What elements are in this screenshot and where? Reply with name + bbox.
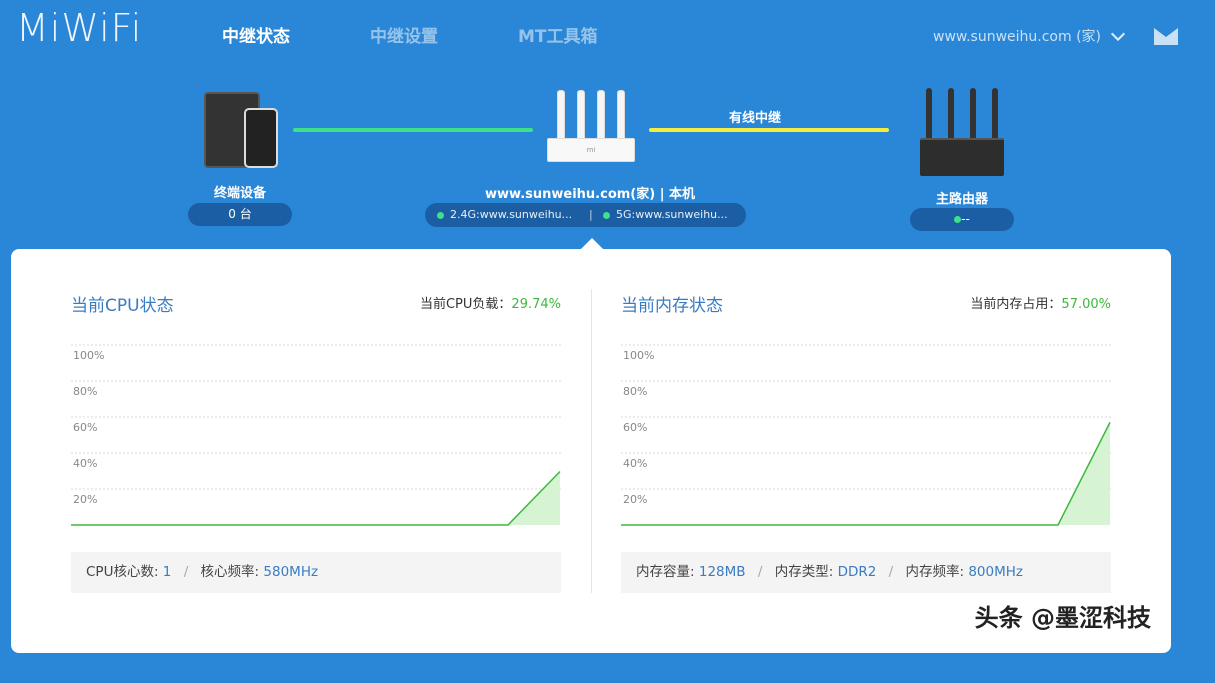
- stats-separator: /: [757, 564, 763, 580]
- memory-freq-label: 内存频率:: [905, 564, 965, 580]
- router-mi-mark: mi: [586, 146, 596, 154]
- y-tick-label: 80%: [623, 385, 647, 398]
- main-nav: 中继状态 中继设置 MT工具箱: [222, 22, 678, 47]
- memory-title: 当前内存状态: [621, 296, 723, 316]
- y-tick-label: 20%: [73, 493, 97, 506]
- relay-router-icon[interactable]: mi: [545, 90, 637, 170]
- memory-type-label: 内存类型:: [774, 564, 834, 580]
- main-router-icon[interactable]: [920, 88, 1004, 176]
- cpu-load: 当前CPU负载：29.74%: [420, 293, 561, 312]
- main-router-status-text: --: [961, 212, 970, 226]
- cpu-load-value: 29.74%: [511, 297, 561, 312]
- cpu-freq-value: 580MHz: [263, 564, 319, 580]
- memory-usage: 当前内存占用：57.00%: [970, 293, 1111, 312]
- wired-link-line: [649, 128, 889, 132]
- cpu-chart: 20% 40% 60% 80% 100%: [71, 344, 561, 526]
- antenna-icon: [948, 88, 954, 144]
- ssid-5g: 5G:www.sunweihu...: [603, 203, 728, 227]
- ssid-24g-text: 2.4G:www.sunweihu...: [450, 208, 573, 221]
- antenna-icon: [970, 88, 976, 144]
- router-body: mi: [547, 138, 635, 162]
- cpu-cores-value: 1: [162, 564, 172, 580]
- series-area: [71, 471, 560, 525]
- cpu-title: 当前CPU状态: [71, 296, 174, 316]
- status-dot-icon: [437, 211, 444, 219]
- account-menu[interactable]: www.sunweihu.com (家): [933, 26, 1126, 46]
- devices-icon[interactable]: [204, 92, 278, 172]
- y-tick-label: 60%: [623, 421, 647, 434]
- ssid-5g-text: 5G:www.sunweihu...: [616, 208, 728, 221]
- y-tick-label: 60%: [73, 421, 97, 434]
- router-name: www.sunweihu.com(家) | 本机: [485, 187, 695, 202]
- antenna-icon: [577, 90, 585, 144]
- panel-divider: [591, 289, 592, 593]
- memory-freq-value: 800MHz: [968, 564, 1023, 580]
- y-tick-label: 80%: [73, 385, 97, 398]
- y-tick-label: 40%: [73, 457, 97, 470]
- cpu-freq-label: 核心频率:: [200, 564, 260, 580]
- stats-separator: /: [888, 564, 894, 580]
- router-body: [920, 138, 1004, 176]
- watermark-text: 头条 @墨涩科技: [974, 604, 1151, 632]
- tab-mt-toolbox[interactable]: MT工具箱: [518, 22, 598, 47]
- ssid-pill[interactable]: 2.4G:www.sunweihu... | 5G:www.sunweihu..…: [425, 203, 746, 227]
- miwifi-logo: MiWiFi: [16, 6, 143, 50]
- antenna-icon: [597, 90, 605, 144]
- mail-icon[interactable]: [1154, 28, 1178, 45]
- memory-usage-label: 当前内存占用：: [970, 297, 1062, 312]
- antenna-icon: [926, 88, 932, 144]
- y-tick-label: 100%: [73, 349, 104, 362]
- tab-relay-status[interactable]: 中继状态: [222, 22, 290, 47]
- memory-chart: 20% 40% 60% 80% 100%: [621, 344, 1111, 526]
- status-dot-icon: [603, 211, 610, 219]
- memory-usage-value: 57.00%: [1061, 297, 1111, 312]
- tab-relay-settings[interactable]: 中继设置: [370, 22, 438, 47]
- y-tick-label: 100%: [623, 349, 654, 362]
- antenna-icon: [617, 90, 625, 144]
- antenna-icon: [992, 88, 998, 144]
- status-card: 当前CPU状态 当前CPU负载：29.74% 20% 40% 60% 80% 100% …: [11, 249, 1171, 653]
- memory-capacity-value: 128MB: [698, 564, 746, 580]
- main-router-status[interactable]: --: [910, 208, 1014, 231]
- series-area: [621, 422, 1110, 525]
- memory-stats: 内存容量: 128MB / 内存类型: DDR2 / 内存频率: 800MHz: [621, 552, 1111, 593]
- series-line: [621, 422, 1111, 526]
- memory-type-value: DDR2: [837, 564, 877, 580]
- devices-count-badge[interactable]: 0 台: [188, 203, 292, 226]
- main-router-label: 主路由器: [935, 192, 988, 207]
- ssid-separator: |: [589, 208, 593, 221]
- ssid-24g: 2.4G:www.sunweihu...: [437, 203, 572, 227]
- devices-label: 终端设备: [213, 186, 266, 201]
- wireless-link-line: [293, 128, 533, 132]
- y-tick-label: 20%: [623, 493, 647, 506]
- antenna-icon: [557, 90, 565, 144]
- cpu-stats: CPU核心数: 1 / 核心频率: 580MHz: [71, 552, 561, 593]
- cpu-load-label: 当前CPU负载：: [419, 297, 512, 312]
- wired-relay-label: 有线中继: [728, 111, 781, 126]
- cpu-cores-label: CPU核心数:: [86, 564, 159, 580]
- account-name: www.sunweihu.com (家): [933, 29, 1101, 45]
- y-tick-label: 40%: [623, 457, 647, 470]
- phone-icon: [244, 108, 278, 168]
- series-line: [71, 470, 561, 526]
- chevron-down-icon: [1110, 26, 1126, 42]
- stats-separator: /: [183, 564, 189, 580]
- memory-capacity-label: 内存容量:: [636, 564, 695, 580]
